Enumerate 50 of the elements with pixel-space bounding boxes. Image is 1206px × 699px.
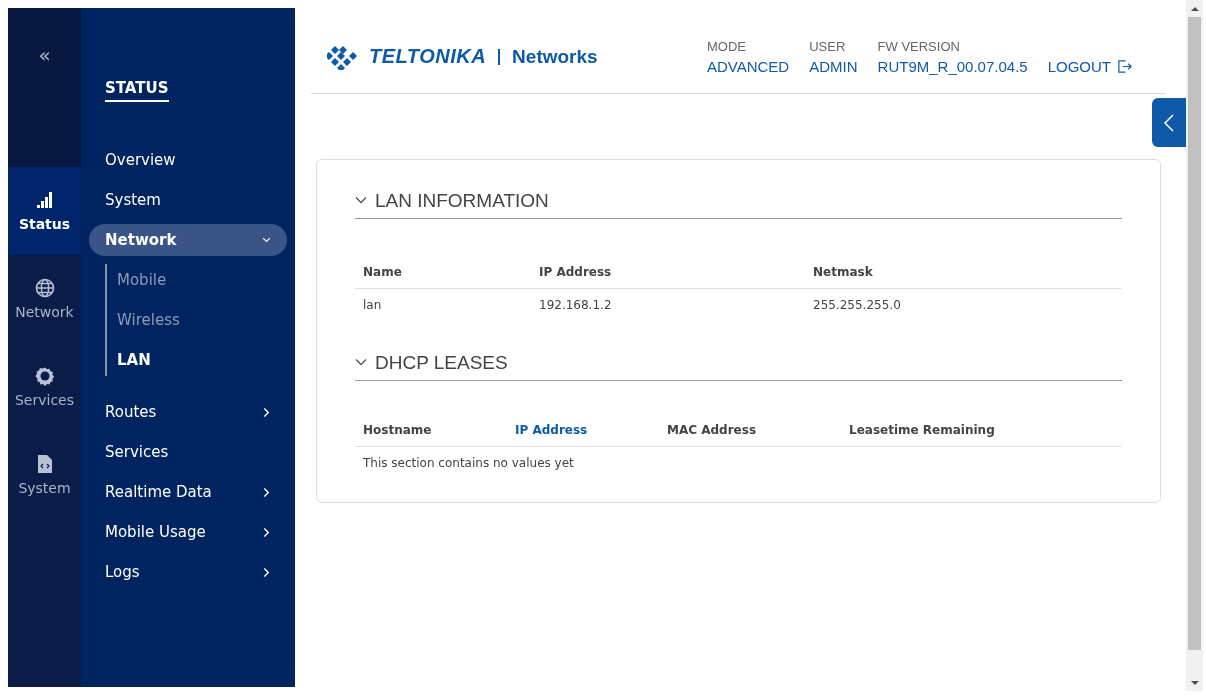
nav-item[interactable]: Overview (89, 144, 287, 176)
nav-item[interactable]: Routes (89, 396, 287, 428)
logout-icon (1117, 58, 1132, 74)
table-cell: 192.168.1.2 (531, 288, 805, 312)
table-cell: 255.255.255.0 (805, 288, 1122, 312)
column-header[interactable]: Leasetime Remaining (841, 423, 1122, 447)
column-header[interactable]: Hostname (355, 423, 507, 447)
signal-bars-icon (34, 190, 55, 210)
info-label: FW VERSION (877, 38, 961, 54)
scrollbar-thumb[interactable] (1188, 17, 1201, 650)
submenu-item[interactable]: Mobile (117, 264, 167, 296)
section-header[interactable]: LAN INFORMATION (355, 186, 1122, 219)
chevron-left-icon (1164, 113, 1174, 132)
chevron-down-icon (355, 358, 367, 366)
section-title: STATUS (105, 78, 169, 102)
section-header[interactable]: DHCP LEASES (355, 348, 1122, 381)
column-header[interactable]: Name (355, 265, 531, 289)
column-header[interactable]: IP Address (531, 265, 805, 289)
chevron-down-icon (355, 196, 367, 204)
info-label: MODE (706, 38, 747, 54)
nav-item[interactable]: Mobile Usage (89, 516, 287, 548)
empty-message: This section contains no values yet (355, 446, 1122, 470)
info-value: RUT9M_R_00.07.04.5 (877, 57, 1028, 75)
nav-item[interactable]: Logs (89, 556, 287, 588)
rail-item[interactable]: Services (8, 343, 81, 431)
info-value: ADVANCED (706, 57, 790, 75)
collapse-button[interactable]: « (38, 42, 51, 68)
globe-icon (34, 278, 55, 298)
table-cell: lan (355, 288, 531, 312)
info-value: ADMIN (809, 57, 858, 75)
submenu-item[interactable]: LAN (117, 344, 151, 376)
submenu-item[interactable]: Wireless (117, 304, 180, 336)
brand-name: TELTONIKA (369, 45, 487, 68)
column-header[interactable]: MAC Address (659, 423, 841, 447)
column-header[interactable]: IP Address (507, 423, 659, 447)
nav-item[interactable]: System (89, 184, 287, 216)
scrollbar[interactable] (1186, 0, 1203, 691)
panel-toggle-button[interactable] (1152, 98, 1186, 147)
info-label: USER (809, 38, 847, 54)
column-header[interactable]: Netmask (805, 265, 1122, 289)
code-file-icon (35, 454, 54, 474)
nav-item[interactable]: Network (89, 224, 287, 256)
rail-item[interactable]: Network (8, 255, 81, 343)
nav-item[interactable]: Services (89, 436, 287, 468)
rail-item[interactable]: System (8, 431, 81, 519)
nav-item[interactable]: Realtime Data (89, 476, 287, 508)
brand-suffix: Networks (512, 45, 598, 68)
rail-item[interactable]: Status (8, 167, 81, 255)
gear-icon (34, 366, 55, 386)
logout-button[interactable]: LOGOUT (1047, 57, 1132, 75)
